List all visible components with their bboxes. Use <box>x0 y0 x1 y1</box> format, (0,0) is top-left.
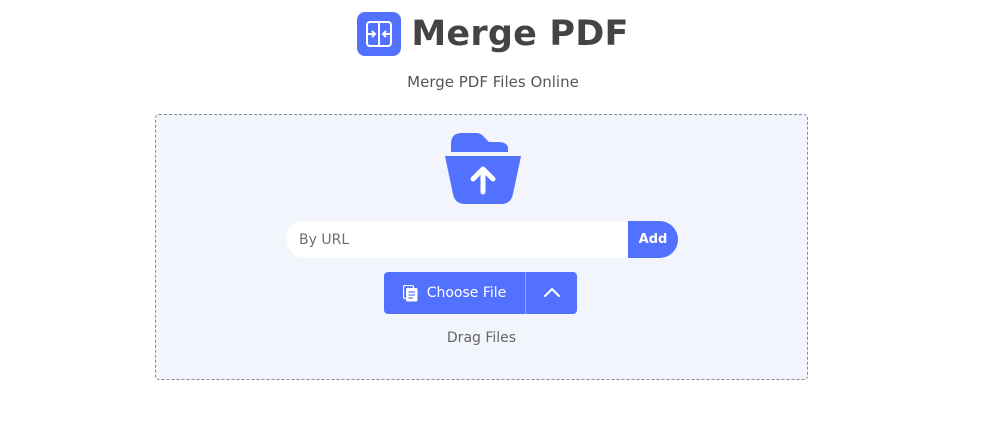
url-input-row: Add <box>286 221 678 258</box>
source-options-toggle[interactable] <box>525 272 577 314</box>
file-picker-row: Choose File <box>384 272 577 314</box>
add-url-button[interactable]: Add <box>628 221 678 258</box>
drag-files-hint: Drag Files <box>446 330 517 346</box>
header: Merge PDF <box>0 12 986 56</box>
file-dropzone[interactable]: Add Choose File <box>155 114 808 380</box>
folder-upload-icon[interactable] <box>443 130 523 206</box>
merge-pdf-icon <box>357 12 402 56</box>
document-icon <box>402 284 418 302</box>
page-title: Merge PDF <box>411 14 629 54</box>
page-subtitle: Merge PDF Files Online <box>407 73 579 91</box>
url-input[interactable] <box>286 221 628 258</box>
choose-file-label: Choose File <box>426 285 507 301</box>
choose-file-button[interactable]: Choose File <box>384 272 525 314</box>
chevron-up-icon <box>543 286 561 301</box>
page: Merge PDF Merge PDF Files Online Add <box>0 0 986 436</box>
